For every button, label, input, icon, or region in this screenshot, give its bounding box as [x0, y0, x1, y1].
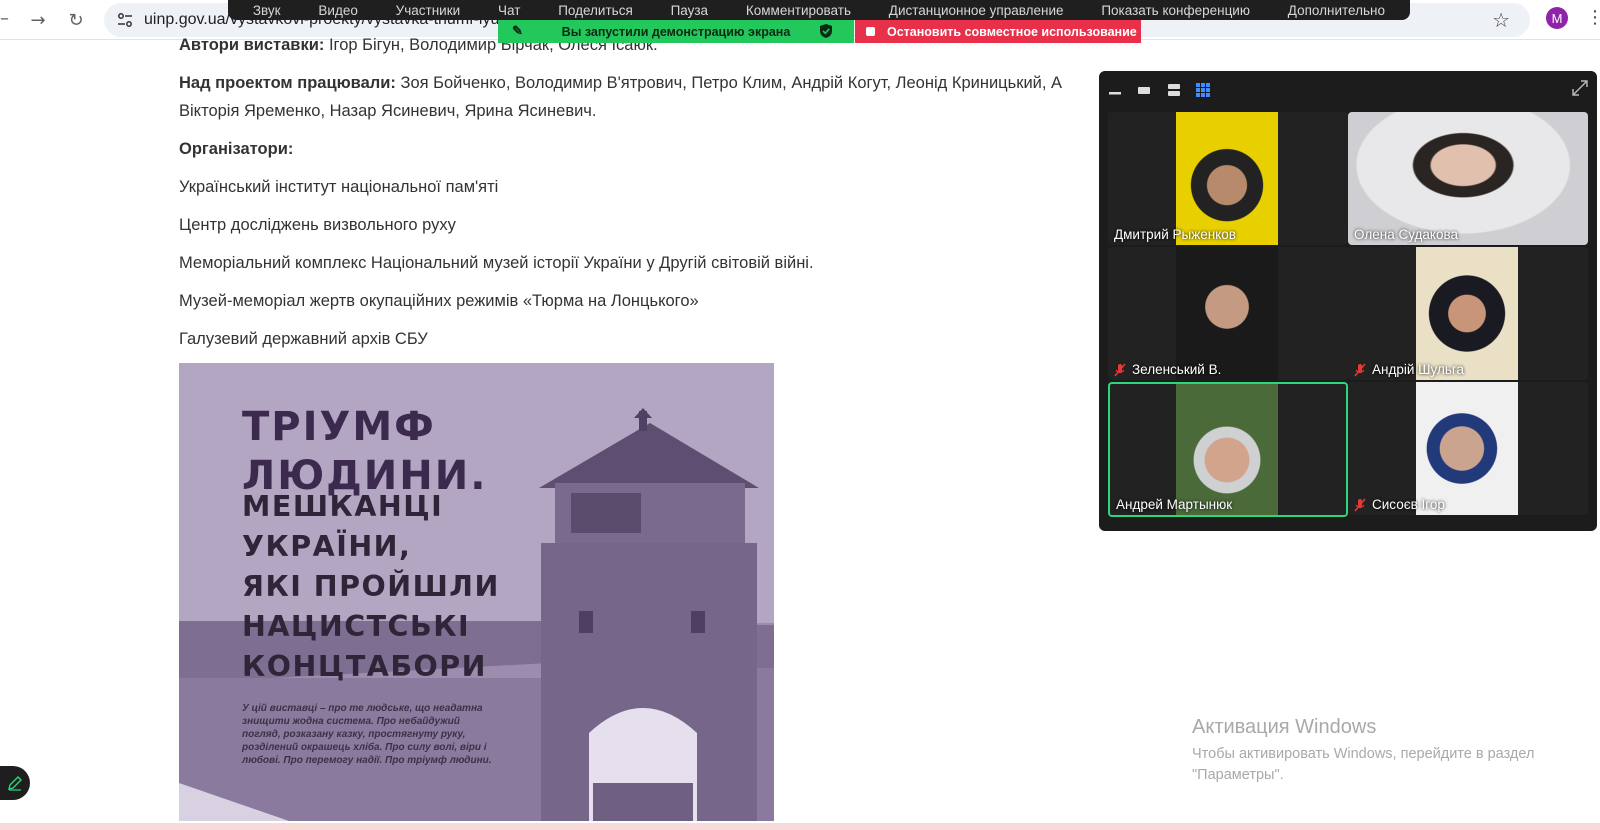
participant-name-text: Зеленський В.: [1132, 362, 1222, 377]
forward-icon[interactable]: →: [26, 8, 50, 32]
organizer-item: Український інститут національної пам'ят…: [179, 178, 499, 196]
poster-description: У цій виставці – про те людське, що неад…: [242, 703, 492, 766]
participant-video: [1416, 247, 1518, 380]
video-button[interactable]: Видео: [318, 3, 357, 18]
zoom-meeting-toolbar: Звук Видео Участники Чат Поделиться Пауз…: [228, 0, 1410, 20]
participant-tile[interactable]: Дмитрий Рыженков: [1108, 112, 1348, 245]
worked-text-line2: Вікторія Яременко, Назар Ясиневич, Ярина…: [179, 102, 597, 120]
organizers-heading: Організатори:: [179, 140, 294, 158]
participant-tile[interactable]: Андрій Шульга: [1348, 247, 1588, 380]
participant-tile[interactable]: Зеленський В.: [1108, 247, 1348, 380]
shield-icon: [820, 24, 832, 38]
poster-subtitle-line: НАЦИСТСЬКІ: [242, 609, 471, 643]
stop-share-button[interactable]: Остановить совместное использование: [855, 20, 1141, 43]
muted-mic-icon: [1354, 363, 1366, 376]
poster-title: ТРІУМФ ЛЮДИНИ.: [242, 403, 487, 501]
chat-button[interactable]: Чат: [498, 3, 520, 18]
poster-subtitle: МЕШКАНЦІ УКРАЇНИ, ЯКІ ПРОЙШЛИ НАЦИСТСЬКІ…: [242, 487, 500, 686]
participant-tile[interactable]: Олена Судакова: [1348, 112, 1588, 245]
more-button[interactable]: Дополнительно: [1288, 3, 1385, 18]
expand-icon[interactable]: [1571, 79, 1589, 97]
poster-subtitle-line: ЯКІ ПРОЙШЛИ: [242, 569, 500, 603]
screen-share-status: ✎ Вы запустили демонстрацию экрана: [498, 20, 854, 43]
poster-subtitle-line: КОНЦТАБОРИ: [242, 649, 488, 683]
annotate-pen-button[interactable]: [0, 766, 30, 800]
site-info-icon[interactable]: [116, 11, 134, 29]
audio-button[interactable]: Звук: [253, 3, 281, 18]
participant-video: [1416, 382, 1518, 515]
profile-avatar[interactable]: M: [1546, 7, 1568, 29]
browser-menu-icon[interactable]: ⋮: [1586, 7, 1600, 28]
worked-label: Над проектом працювали:: [179, 74, 396, 92]
worked-paragraph: Над проектом працювали: Зоя Бойченко, Во…: [179, 74, 1062, 93]
participant-name: Зеленський В.: [1114, 362, 1221, 377]
poster-subtitle-line: МЕШКАНЦІ: [242, 490, 444, 523]
reload-icon[interactable]: ↻: [64, 8, 88, 32]
bookmark-star-icon[interactable]: ☆: [1492, 8, 1510, 32]
windows-activation-title: Активация Windows: [1192, 716, 1377, 738]
authors-label: Автори виставки:: [179, 36, 325, 54]
organizer-item: Центр досліджень визвольного руху: [179, 216, 456, 234]
participant-name: Дмитрий Рыженков: [1114, 227, 1236, 242]
participant-name: Андрій Шульга: [1354, 362, 1464, 377]
pen-icon: [8, 776, 22, 791]
view-mode-bar: [1099, 71, 1597, 109]
participant-video: [1348, 112, 1588, 245]
participant-video: [1176, 384, 1278, 515]
speaker-view-icon[interactable]: [1167, 83, 1181, 97]
muted-mic-icon: [1114, 363, 1126, 376]
participant-name-text: Сисоєв Ігор: [1372, 497, 1445, 512]
organizer-item: Музей-меморіал жертв окупаційних режимів…: [179, 292, 699, 310]
thumbnail-icon[interactable]: [1137, 83, 1151, 97]
participant-tile-active-speaker[interactable]: Андрей Мартынюк: [1108, 382, 1348, 517]
windows-activation-text: Чтобы активировать Windows, перейдите в …: [1192, 746, 1535, 783]
participant-name: Андрей Мартынюк: [1116, 497, 1233, 512]
participant-video: [1176, 247, 1278, 380]
exhibition-poster: ТРІУМФ ЛЮДИНИ. МЕШКАНЦІ УКРАЇНИ, ЯКІ ПРО…: [179, 363, 774, 821]
stop-icon: [866, 27, 875, 36]
share-status-text: Вы запустили демонстрацию экрана: [561, 24, 791, 39]
stop-share-label: Остановить совместное использование: [887, 24, 1137, 39]
organizer-item: Меморіальний комплекс Національний музей…: [179, 254, 814, 272]
participants-button[interactable]: Участники: [396, 3, 461, 18]
participant-name: Олена Судакова: [1354, 227, 1458, 242]
participant-name: Сисоєв Ігор: [1354, 497, 1445, 512]
annotate-button[interactable]: Комментировать: [746, 3, 851, 18]
organizer-item: Галузевий державний архів СБУ: [179, 330, 428, 348]
show-meeting-button[interactable]: Показать конференцию: [1101, 3, 1250, 18]
minimize-icon[interactable]: [1108, 83, 1122, 97]
back-icon[interactable]: –: [0, 8, 9, 29]
worked-text: Зоя Бойченко, Володимир В'ятрович, Петро…: [400, 74, 1063, 92]
poster-title-line: ТРІУМФ: [242, 404, 436, 450]
zoom-gallery-panel: Дмитрий Рыженков Олена Судакова Зеленськ…: [1099, 71, 1597, 531]
gallery-view-icon[interactable]: [1196, 83, 1210, 97]
participant-name-text: Андрій Шульга: [1372, 362, 1465, 377]
pause-button[interactable]: Пауза: [671, 3, 709, 18]
participant-video: [1176, 112, 1278, 245]
muted-mic-icon: [1354, 498, 1366, 511]
pin-icon: ✎: [512, 23, 523, 38]
bottom-edge-bar: [0, 823, 1600, 830]
share-button[interactable]: Поделиться: [558, 3, 633, 18]
participant-tile[interactable]: Сисоєв Ігор: [1348, 382, 1588, 515]
poster-subtitle-line: УКРАЇНИ,: [242, 529, 412, 563]
remote-control-button[interactable]: Дистанционное управление: [889, 3, 1064, 18]
